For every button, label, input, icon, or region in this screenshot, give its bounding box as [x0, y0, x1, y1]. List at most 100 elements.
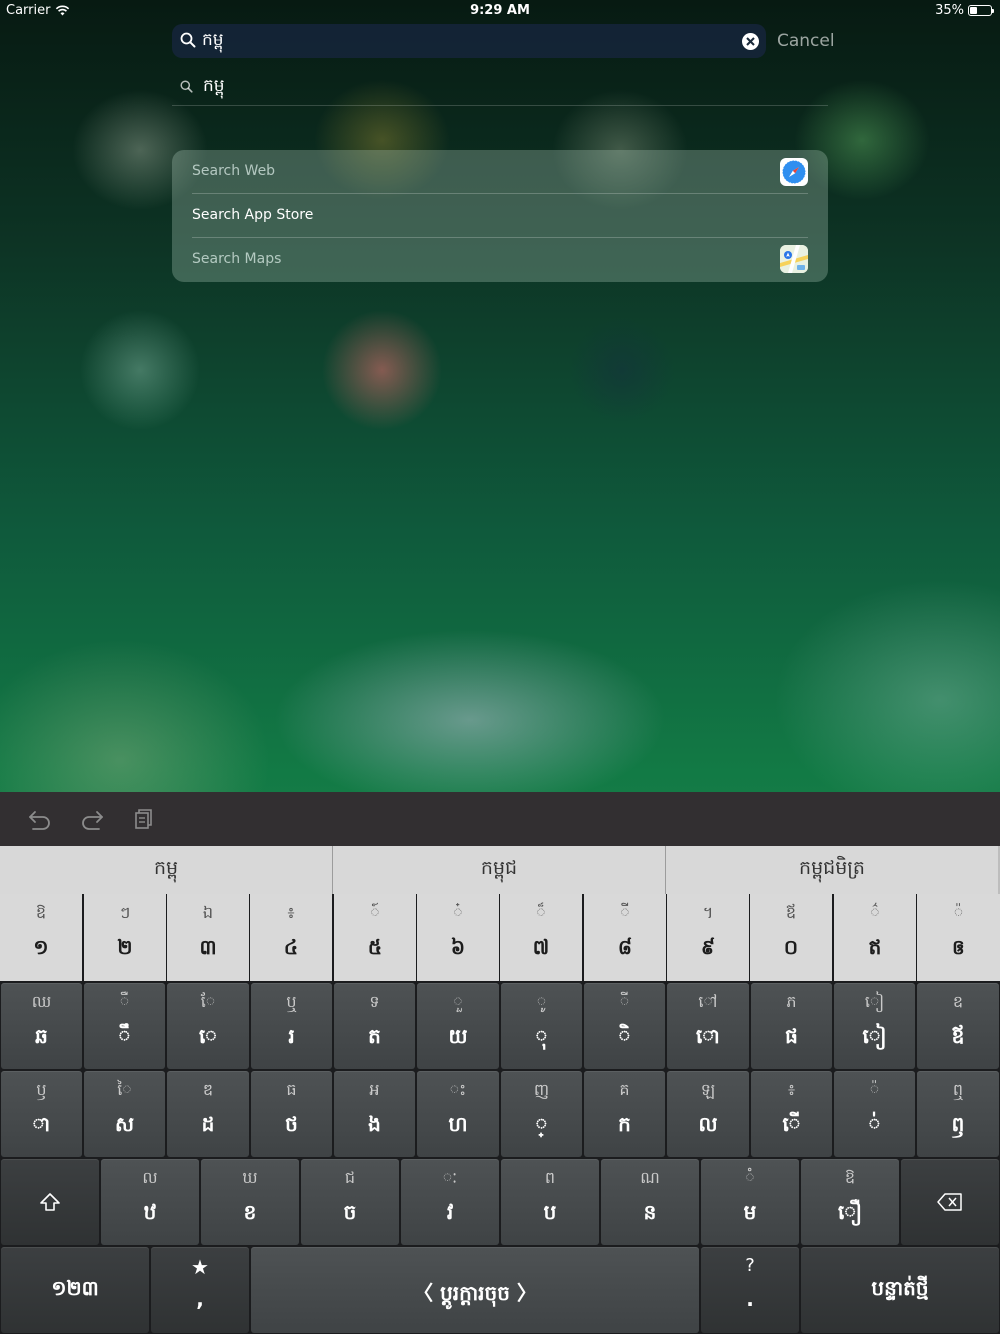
- key[interactable]: លឋ: [101, 1159, 199, 1245]
- redo-icon[interactable]: [80, 808, 104, 830]
- key[interactable]: ៖៤: [250, 894, 332, 981]
- key[interactable]: ៍៥: [334, 894, 416, 981]
- key[interactable]: ួយ: [417, 983, 499, 1069]
- key[interactable]: ។៩: [667, 894, 749, 981]
- prediction-1[interactable]: កម្ពុ: [0, 846, 333, 894]
- numbers-key[interactable]: ១២៣: [1, 1247, 149, 1333]
- return-key[interactable]: បន្ទាត់ថ្មី: [801, 1247, 999, 1333]
- search-app-store-row[interactable]: Search App Store: [172, 194, 828, 238]
- key-secondary: ព: [544, 1168, 556, 1187]
- key[interactable]: ៀៀ: [834, 983, 915, 1069]
- key-primary: .: [746, 1287, 754, 1311]
- shift-icon: [40, 1193, 60, 1211]
- prediction-2[interactable]: កម្ពុជ: [333, 846, 666, 894]
- space-key[interactable]: 〈 ប្ដូរក្ដារចុច 〉: [251, 1247, 699, 1333]
- key-secondary: ៗ: [119, 903, 131, 922]
- key-secondary: ៌: [870, 903, 880, 922]
- key[interactable]: ឈឆ: [1, 983, 82, 1069]
- key[interactable]: ណន: [601, 1159, 699, 1245]
- search-maps-row[interactable]: Search Maps: [172, 238, 828, 282]
- key-primary: ឭ: [951, 1112, 965, 1136]
- delete-key[interactable]: [901, 1159, 999, 1245]
- search-icon: [180, 32, 196, 48]
- key[interactable]: ពប: [501, 1159, 599, 1245]
- key[interactable]: អង: [334, 1071, 415, 1157]
- key-primary: ោ: [695, 1024, 721, 1048]
- space-key-label: 〈 ប្ដូរក្ដារចុច 〉: [413, 1281, 537, 1305]
- key[interactable]: ឧឪ: [917, 983, 999, 1069]
- key-secondary: ភ: [786, 992, 797, 1011]
- key-primary: ឹ: [118, 1024, 131, 1048]
- undo-icon[interactable]: [28, 808, 52, 830]
- delete-icon: [937, 1193, 962, 1211]
- key-secondary: ៅ: [698, 992, 718, 1011]
- key[interactable]: ះហ: [417, 1071, 499, 1157]
- key-primary: វ: [446, 1200, 454, 1224]
- key[interactable]: ៗ២: [84, 894, 166, 981]
- key-primary: យ: [448, 1024, 468, 1048]
- cancel-button[interactable]: Cancel: [777, 31, 835, 51]
- key[interactable]: ជច: [301, 1159, 399, 1245]
- clear-search-button[interactable]: [742, 33, 759, 50]
- key[interactable]: ឱ១: [0, 894, 82, 981]
- key-secondary: ៎: [453, 903, 463, 922]
- key[interactable]: ធថ: [251, 1071, 332, 1157]
- search-web-row[interactable]: Search Web: [172, 150, 828, 194]
- key[interactable]: ៏៧: [500, 894, 582, 981]
- key-primary: រ: [288, 1024, 295, 1048]
- search-field[interactable]: [172, 24, 766, 58]
- key[interactable]: ឪ០: [750, 894, 832, 981]
- key-primary: ហ: [448, 1112, 468, 1136]
- key[interactable]: ឱឿ: [801, 1159, 899, 1245]
- comma-key[interactable]: ★ ,: [151, 1247, 249, 1333]
- close-icon: [746, 37, 755, 46]
- key-primary: ៤: [283, 935, 299, 959]
- key[interactable]: ឮឭ: [917, 1071, 999, 1157]
- key[interactable]: ឬរ: [251, 983, 332, 1069]
- key[interactable]: ឫា: [1, 1071, 82, 1157]
- search-input[interactable]: [202, 28, 722, 54]
- key-primary: ច: [343, 1200, 357, 1224]
- key[interactable]: ំម: [701, 1159, 799, 1245]
- period-key[interactable]: ? .: [701, 1247, 799, 1333]
- key-secondary: ឬ: [286, 992, 297, 1011]
- key[interactable]: ភផ: [751, 983, 832, 1069]
- key[interactable]: ឺឹ: [84, 983, 165, 1069]
- key-secondary: ឯ: [202, 903, 214, 922]
- key-primary: ខ: [243, 1200, 257, 1224]
- key-primary: ឆ: [35, 1024, 48, 1048]
- prediction-3[interactable]: កម្ពុជមិត្រ: [666, 846, 1000, 894]
- key[interactable]: ឯ៣: [167, 894, 249, 981]
- key[interactable]: ៉់: [834, 1071, 915, 1157]
- shift-key[interactable]: [1, 1159, 99, 1245]
- key[interactable]: ីិ: [584, 983, 665, 1069]
- key[interactable]: ែេ: [167, 983, 249, 1069]
- key[interactable]: ៌ឥ: [834, 894, 916, 981]
- key-primary: ២: [117, 935, 133, 959]
- key-secondary: ឧ: [952, 992, 964, 1011]
- key[interactable]: ឌដ: [167, 1071, 249, 1157]
- paste-icon[interactable]: [134, 808, 154, 830]
- key[interactable]: ៖ើ: [751, 1071, 832, 1157]
- key-secondary: ូ: [536, 992, 547, 1011]
- keyboard: ឱ១ ៗ២ ឯ៣ ៖៤ ៍៥ ៎៦ ៏៧ ី៨ ។៩ ឪ០ ៌ឥ ៉ឲ ឈឆ ឺ…: [0, 894, 1000, 1334]
- key[interactable]: ូុ: [501, 983, 582, 1069]
- key[interactable]: ៈវ: [401, 1159, 499, 1245]
- key[interactable]: ឡល: [667, 1071, 749, 1157]
- key-primary: ៧: [532, 935, 550, 959]
- key[interactable]: ៉ឲ: [917, 894, 1000, 981]
- key-secondary: ឡ: [700, 1080, 716, 1099]
- key[interactable]: ញ្: [501, 1071, 582, 1157]
- key[interactable]: ៃស: [84, 1071, 165, 1157]
- key[interactable]: ៅោ: [667, 983, 749, 1069]
- key-primary: ល: [698, 1112, 718, 1136]
- key[interactable]: គក: [584, 1071, 665, 1157]
- key-primary: ឥ: [868, 935, 882, 959]
- search-suggestion[interactable]: កម្ពុ: [172, 70, 828, 106]
- key[interactable]: ី៨: [584, 894, 666, 981]
- key[interactable]: ឃខ: [201, 1159, 299, 1245]
- shortcut-bar: [0, 792, 1000, 846]
- key-primary: ត: [368, 1024, 381, 1048]
- key[interactable]: ៎៦: [417, 894, 499, 981]
- key[interactable]: ទត: [334, 983, 415, 1069]
